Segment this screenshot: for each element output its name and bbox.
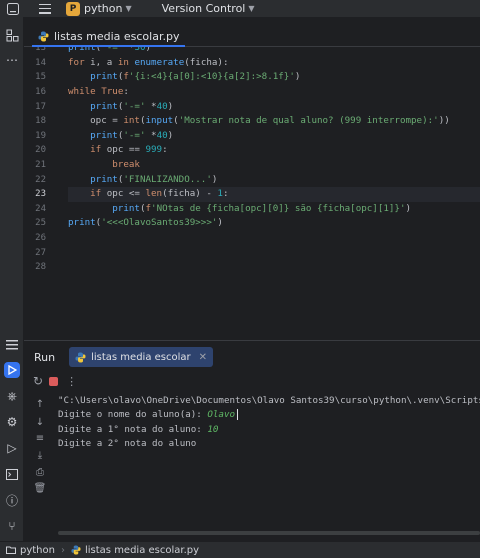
- breadcrumb-separator: ›: [60, 544, 65, 556]
- text-cursor: [237, 409, 239, 421]
- line-number: 25: [35, 218, 46, 229]
- line-number: 28: [35, 262, 46, 273]
- line-number: 16: [35, 86, 46, 97]
- project-folder-icon[interactable]: [4, 27, 20, 43]
- console-user-input: 10: [207, 423, 219, 435]
- code-line: opc = int(input('Mostrar nota de qual al…: [68, 115, 450, 127]
- run-tab-label: listas media escolar: [91, 351, 191, 363]
- more-options-icon[interactable]: ⋮: [66, 375, 77, 388]
- line-number: 20: [35, 145, 46, 156]
- more-tools-icon[interactable]: ⋯: [4, 52, 20, 68]
- code-line: print('FINALIZANDO...'): [90, 173, 218, 185]
- code-line: print(f'NOtas de {ficha[opc][0]} são {fi…: [112, 202, 412, 214]
- run-panel-header: Run listas media escolar ✕: [24, 345, 480, 369]
- project-badge[interactable]: P: [66, 1, 80, 16]
- project-chevron-down-icon[interactable]: ▼: [125, 4, 131, 13]
- line-number: 18: [35, 116, 46, 127]
- print-icon[interactable]: ⎙: [33, 465, 47, 479]
- console-line: Digite o nome do aluno(a): Olavo: [58, 408, 480, 422]
- python-packages-icon[interactable]: ⎈: [4, 388, 20, 404]
- project-name[interactable]: python: [84, 2, 122, 15]
- line-number: 27: [35, 247, 46, 258]
- trash-icon[interactable]: 🗑: [33, 481, 47, 495]
- run-tab-listas-media-escolar[interactable]: listas media escolar ✕: [69, 347, 214, 367]
- line-number: 13: [35, 47, 46, 54]
- code-line: print(f'{i:<4}{a[0]:<10}{a[2]:>8.1f}'): [90, 71, 301, 83]
- code-line: print('<<<OlavoSantos39>>>'): [68, 217, 223, 229]
- stop-icon[interactable]: [49, 376, 59, 386]
- arrow-up-icon[interactable]: ↑: [33, 397, 47, 411]
- console-user-input: Olavo: [207, 409, 236, 421]
- version-control-menu[interactable]: Version Control: [162, 2, 246, 15]
- folder-icon: [6, 546, 16, 554]
- line-number: 21: [35, 159, 46, 170]
- line-number: 24: [35, 203, 46, 214]
- console-command-line: "C:\Users\olavo\OneDrive\Documentos\Olav…: [58, 395, 480, 406]
- breadcrumb-project[interactable]: python: [20, 545, 55, 556]
- arrow-down-icon[interactable]: ↓: [33, 415, 47, 429]
- soft-wrap-icon[interactable]: ≡: [33, 431, 47, 445]
- run-side-toolbar: ↑ ↓ ≡ ⤓ ⎙ 🗑: [30, 373, 50, 523]
- app-logo-icon[interactable]: [7, 2, 19, 15]
- python-file-icon: [75, 352, 86, 362]
- editor-tab-bar: listas media escolar.py: [24, 25, 480, 47]
- python-file-icon: [38, 31, 49, 41]
- line-number: 26: [35, 232, 46, 243]
- code-editor[interactable]: 13 14 15 16 17 18 19 20 21 22 23 24 25 2…: [24, 47, 480, 331]
- code-lines: print('-=' *30) for i, a in enumerate(fic…: [68, 47, 480, 275]
- git-icon[interactable]: ⑂: [4, 518, 20, 534]
- python-console-icon[interactable]: ⚙: [4, 414, 20, 430]
- line-number: 19: [35, 130, 46, 141]
- code-line: print('-=' *30): [68, 47, 152, 54]
- structure-icon[interactable]: [4, 337, 20, 353]
- tab-listas-media-escolar[interactable]: listas media escolar.py: [32, 27, 186, 47]
- line-number: 15: [35, 72, 46, 83]
- console-line: Digite a 1° nota do aluno: 10: [58, 423, 480, 437]
- services-icon[interactable]: ▷: [4, 440, 20, 456]
- line-number: 22: [35, 174, 46, 185]
- code-line: for i, a in enumerate(ficha):: [68, 56, 229, 68]
- main-menu-icon[interactable]: [39, 3, 51, 14]
- code-line: break: [112, 158, 140, 170]
- run-tool-icon[interactable]: [4, 362, 20, 378]
- run-panel-title: Run: [34, 350, 56, 364]
- tab-label: listas media escolar.py: [54, 29, 180, 43]
- terminal-icon[interactable]: [4, 466, 20, 482]
- vcs-chevron-down-icon[interactable]: ▼: [248, 4, 254, 13]
- run-console[interactable]: "C:\Users\olavo\OneDrive\Documentos\Olav…: [58, 394, 480, 530]
- console-line: Digite a 2° nota do aluno: [58, 438, 197, 450]
- python-file-icon: [71, 545, 81, 555]
- line-number-current: 23: [35, 189, 46, 200]
- status-bar: python › listas media escolar.py: [0, 541, 480, 558]
- panel-divider[interactable]: [24, 340, 480, 341]
- problems-icon[interactable]: ⓘ: [4, 492, 20, 508]
- code-line-current: if opc <= len(ficha) - 1:: [68, 187, 480, 202]
- line-number: 17: [35, 101, 46, 112]
- close-icon[interactable]: ✕: [199, 352, 207, 363]
- code-line: print('-=' *40): [90, 129, 174, 141]
- title-bar: P python ▼ Version Control ▼: [0, 0, 480, 17]
- code-line: print('-=' *40): [90, 100, 174, 112]
- console-prompt: Digite a 1° nota do aluno:: [58, 423, 208, 435]
- left-tool-strip: ⋯ ⎈ ⚙ ▷ ⓘ ⑂: [0, 17, 24, 541]
- scroll-to-end-icon[interactable]: ⤓: [33, 448, 47, 462]
- console-prompt: Digite o nome do aluno(a):: [58, 409, 208, 421]
- console-horizontal-scrollbar[interactable]: [58, 531, 480, 535]
- code-line: while True:: [68, 85, 129, 97]
- code-line: if opc == 999:: [90, 144, 168, 156]
- line-number-gutter: 13 14 15 16 17 18 19 20 21 22 23 24 25 2…: [24, 47, 46, 275]
- breadcrumb-file[interactable]: listas media escolar.py: [85, 545, 199, 556]
- line-number: 14: [35, 57, 46, 68]
